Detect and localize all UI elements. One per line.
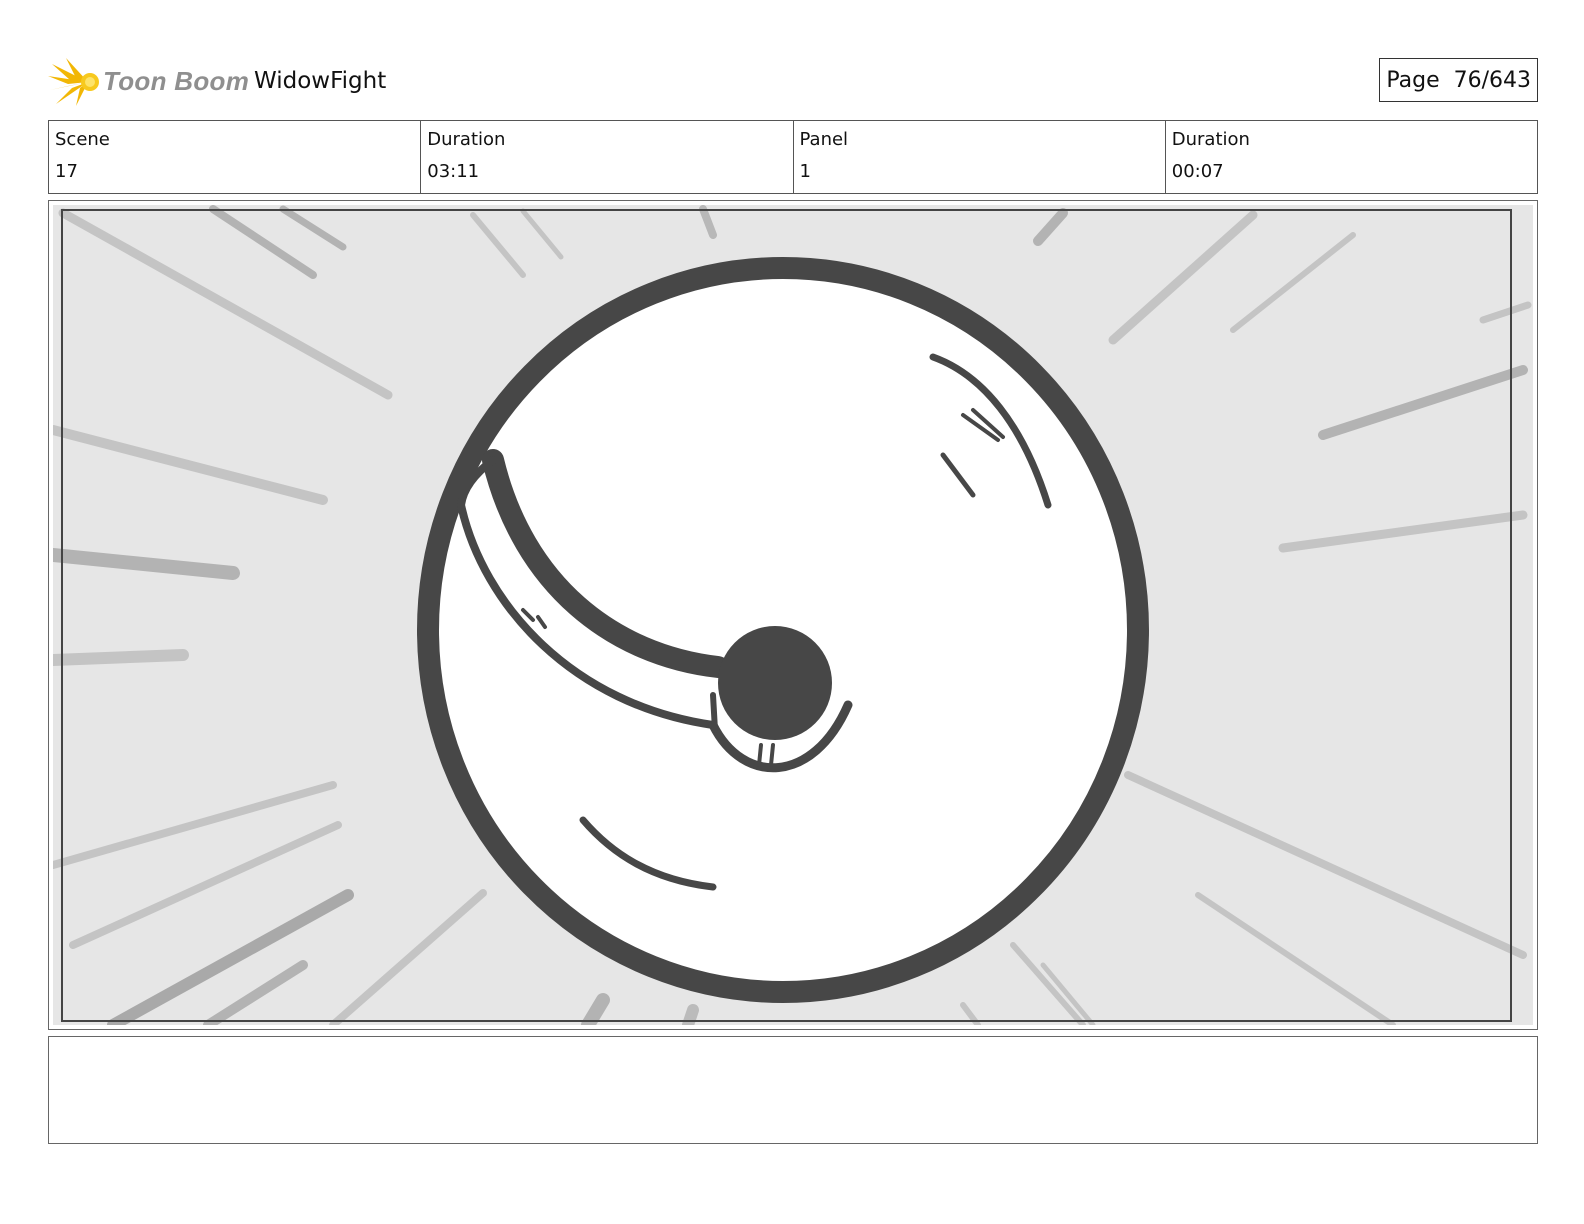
panel-cell: Panel 1 [794,121,1166,193]
panel-info-table: Scene 17 Duration 03:11 Panel 1 Duration… [48,120,1538,194]
storyboard-panel [48,200,1538,1030]
scene-value: 17 [55,161,78,182]
scene-duration-value: 03:11 [427,161,480,182]
storyboard-sketch-ball-icon [53,205,1533,1025]
page-label: Page 76/643 [1386,67,1531,93]
starburst-icon [48,58,99,106]
scene-cell: Scene 17 [49,121,422,193]
panel-duration-value: 00:07 [1171,161,1224,182]
page-indicator: Page 76/643 [1379,58,1538,102]
toon-boom-logo: Toon Boom [48,54,250,110]
panel-duration-label: Duration [1171,129,1250,150]
scene-duration-label: Duration [427,129,506,150]
project-title: WidowFight [254,68,387,94]
panel-value: 1 [799,161,811,182]
panel-duration-cell: Duration 00:07 [1166,121,1537,193]
scene-duration-cell: Duration 03:11 [421,121,794,193]
scene-label: Scene [55,129,110,150]
panel-notes-box[interactable] [48,1036,1538,1144]
logo-wordmark: Toon Boom [103,66,250,96]
storyboard-header: Toon Boom WidowFight Page 76/643 [48,52,1538,112]
panel-label: Panel [799,129,849,150]
